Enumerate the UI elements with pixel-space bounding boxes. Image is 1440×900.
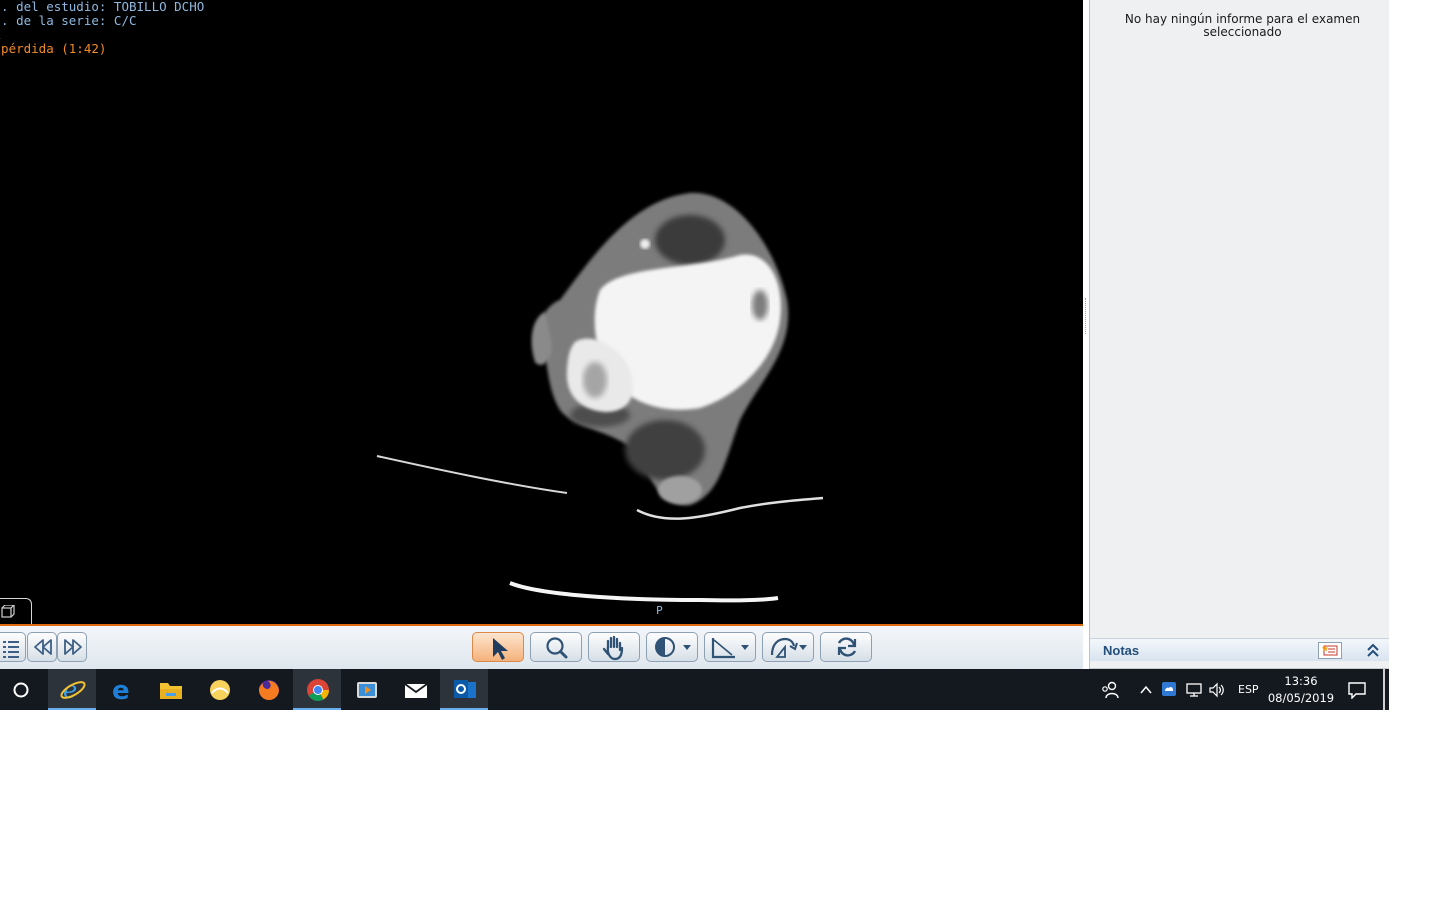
network-icon[interactable] [1185,682,1203,698]
rewind-icon [34,639,52,655]
list-icon [3,641,19,658]
people-icon[interactable] [1100,680,1120,700]
fast-forward-icon [64,639,82,655]
taskbar-mail[interactable] [391,669,439,710]
taskbar-internet-explorer[interactable]: e [48,669,96,710]
mail-icon [404,683,428,698]
measure-tool-button[interactable] [704,632,756,662]
media-player-icon [357,682,377,698]
taskbar-chrome[interactable] [293,669,341,710]
firefox-icon [259,680,279,700]
viewer-toolbar [0,626,1083,669]
taskbar-app-yellow[interactable] [195,669,243,710]
windows-taskbar: e e ESP 13:36 08/05/2019 [0,669,1389,710]
overlay-image-number: 11 [0,28,204,42]
taskbar-search[interactable] [0,669,44,710]
add-note-icon [1321,645,1338,656]
taskbar-file-explorer[interactable] [146,669,194,710]
ct-slice-image [376,192,824,603]
overlay-series-description: sc. de la serie: C/C [0,13,137,28]
magnifier-icon [546,637,568,659]
viewport-layout-tab[interactable] [0,598,32,625]
outlook-icon [454,680,476,698]
pointer-tool-button[interactable] [472,632,524,662]
taskbar-edge[interactable]: e [97,669,145,710]
reset-tool-button[interactable] [820,632,872,662]
clock-time: 13:36 [1284,674,1318,688]
chevron-up-icon[interactable] [1139,683,1153,697]
edge-icon: e [112,677,130,703]
sun-app-icon [210,680,230,700]
system-clock[interactable]: 13:36 08/05/2019 [1264,673,1338,707]
active-app-indicator [440,708,488,710]
active-app-indicator [48,708,96,710]
no-report-message: No hay ningún informe para el examen sel… [1124,12,1361,39]
contrast-icon [655,637,691,657]
collapse-notes-button[interactable] [1365,642,1381,659]
folder-icon [160,683,182,699]
image-viewer[interactable]: sc. del estudio: TOBILLO DCHO sc. de la … [0,0,1083,625]
notes-body [1090,661,1389,669]
dicom-overlay: sc. del estudio: TOBILLO DCHO sc. de la … [0,0,204,56]
next-series-button[interactable] [57,632,87,662]
zoom-tool-button[interactable] [530,632,582,662]
rotate-flip-tool-button[interactable] [762,632,814,662]
taskbar-outlook[interactable] [440,669,488,710]
refresh-icon [837,637,857,657]
series-list-button[interactable] [0,632,26,662]
language-indicator[interactable]: ESP [1238,683,1259,696]
add-note-button[interactable] [1318,642,1342,659]
taskbar-media-player[interactable] [342,669,390,710]
notification-center-icon[interactable] [1347,681,1367,699]
overlay-compression-warning: n pérdida (1:42) [0,41,107,56]
rotate-flip-icon [770,637,807,658]
notes-header[interactable]: Notas [1090,638,1389,662]
window-level-tool-button[interactable] [646,632,698,662]
hand-icon [602,635,624,661]
clock-date: 08/05/2019 [1267,691,1335,705]
active-app-indicator [293,708,341,710]
previous-series-button[interactable] [27,632,57,662]
double-chevron-up-icon [1367,643,1379,657]
search-circle-icon [13,682,29,698]
svg-text:e: e [112,677,130,703]
show-desktop-button[interactable] [1383,669,1385,710]
splitter-grip[interactable] [1085,298,1088,334]
notes-title: Notas [1103,643,1140,658]
overlay-study-description: sc. del estudio: TOBILLO DCHO [0,0,205,14]
taskbar-firefox[interactable] [244,669,292,710]
report-panel: No hay ningún informe para el examen sel… [1090,0,1389,638]
ruler-angle-icon [711,638,749,659]
pointer-icon [493,638,508,660]
volume-icon[interactable] [1208,682,1226,698]
orientation-marker: P [656,604,663,617]
pan-tool-button[interactable] [588,632,640,662]
chrome-icon [307,679,329,701]
cube-icon [1,605,15,618]
internet-explorer-icon: e [60,677,86,703]
panel-splitter[interactable] [1083,0,1090,669]
cloud-sync-icon[interactable] [1161,681,1177,697]
